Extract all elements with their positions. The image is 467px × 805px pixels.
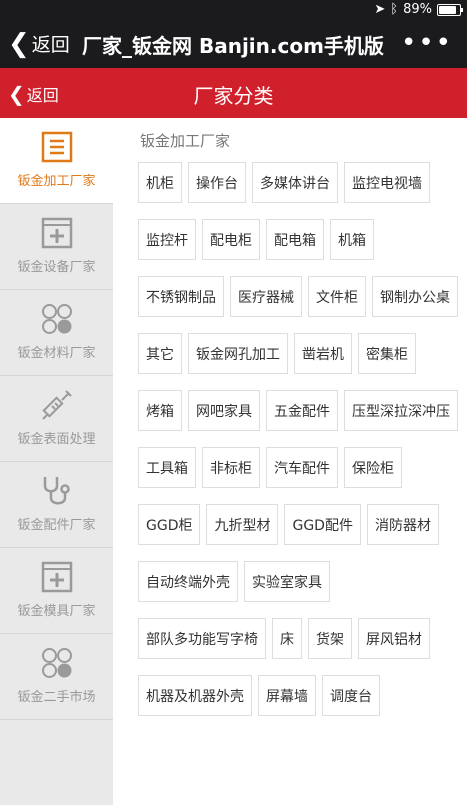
category-tag[interactable]: 配电箱 — [266, 219, 324, 260]
location-arrow-icon: ➤ — [374, 2, 386, 17]
category-tag[interactable]: 其它 — [138, 333, 182, 374]
status-bar: ➤ ᛒ 89% — [0, 0, 467, 20]
plus-box-icon — [41, 560, 73, 594]
category-tag[interactable]: 自动终端外壳 — [138, 561, 238, 602]
stethoscope-icon — [41, 474, 73, 508]
category-tag[interactable]: 文件柜 — [308, 276, 366, 317]
category-tag[interactable]: 监控电视墙 — [344, 162, 430, 203]
status-right: ➤ ᛒ 89% — [374, 2, 463, 17]
category-tag[interactable]: 消防器材 — [366, 504, 439, 545]
category-tag[interactable]: 凿岩机 — [294, 333, 352, 374]
browser-nav-bar: ❮ 返回 厂家_钣金网 Banjin.com手机版 ••• — [0, 20, 467, 68]
category-tag[interactable]: 工具箱 — [138, 447, 196, 488]
sidebar-item-label: 钣金材料厂家 — [17, 346, 96, 361]
category-tag[interactable]: 床 — [272, 618, 302, 659]
category-tag[interactable]: 调度台 — [322, 675, 380, 716]
sidebar-item-label: 钣金表面处理 — [17, 432, 96, 447]
section-title: 钣金加工厂家 — [140, 132, 231, 150]
category-content: 钣金加工厂家 机柜 操作台 多媒体讲台 监控电视墙 监控杆 配电柜 配电箱 机箱… — [113, 118, 467, 805]
category-tag[interactable]: 五金配件 — [266, 390, 338, 431]
browser-back-label: 返回 — [31, 34, 70, 56]
category-tag[interactable]: 钣金网孔加工 — [188, 333, 288, 374]
more-options-button[interactable]: ••• — [401, 28, 453, 58]
category-tag[interactable]: 货架 — [308, 618, 352, 659]
category-tag[interactable]: 密集柜 — [358, 333, 416, 374]
sidebar-item-label: 钣金加工厂家 — [17, 174, 96, 189]
sidebar-item-label: 钣金模具厂家 — [17, 604, 96, 619]
category-tag[interactable]: 钢制办公桌 — [372, 276, 458, 317]
page-title: 厂家分类 — [193, 84, 274, 108]
category-tag[interactable]: 实验室家具 — [244, 561, 330, 602]
category-tag[interactable]: 机箱 — [330, 219, 374, 260]
sidebar-item-label: 钣金配件厂家 — [17, 518, 96, 533]
category-tag[interactable]: 机器及机器外壳 — [138, 675, 252, 716]
category-tag[interactable]: 不锈钢制品 — [138, 276, 224, 317]
category-tag[interactable]: 监控杆 — [138, 219, 196, 260]
battery-icon — [437, 3, 463, 16]
sidebar-item-equipment[interactable]: 钣金设备厂家 — [0, 204, 113, 290]
category-tag[interactable]: 屏幕墙 — [258, 675, 316, 716]
category-tag[interactable]: 网吧家具 — [188, 390, 260, 431]
list-icon — [41, 130, 73, 164]
category-tag[interactable]: 压型深拉深冲压 — [344, 390, 458, 431]
category-tag[interactable]: 医疗器械 — [230, 276, 302, 317]
category-tag[interactable]: GGD柜 — [138, 504, 201, 545]
circles-icon — [41, 302, 73, 336]
category-tag[interactable]: 机柜 — [138, 162, 182, 203]
category-tag[interactable]: 屏风铝材 — [358, 618, 430, 659]
chevron-left-icon: ❮ — [8, 28, 30, 59]
category-tag[interactable]: 烤箱 — [138, 390, 182, 431]
category-sidebar: 钣金加工厂家 钣金设备厂家 钣金材料厂家 钣金表面处理 钣金配件厂家 钣金模具厂… — [0, 118, 113, 805]
browser-back-button[interactable]: ❮ 返回 — [8, 30, 70, 57]
battery-percent: 89% — [403, 2, 432, 17]
sidebar-item-processing[interactable]: 钣金加工厂家 — [0, 118, 113, 204]
sidebar-item-parts[interactable]: 钣金配件厂家 — [0, 462, 113, 548]
bluetooth-icon: ᛒ — [390, 2, 399, 17]
tag-list: 机柜 操作台 多媒体讲台 监控电视墙 监控杆 配电柜 配电箱 机箱 不锈钢制品 … — [138, 162, 460, 716]
category-tag[interactable]: 配电柜 — [202, 219, 260, 260]
sidebar-item-label: 钣金二手市场 — [17, 690, 96, 705]
category-tag[interactable]: 非标柜 — [202, 447, 260, 488]
category-tag[interactable]: 九折型材 — [206, 504, 279, 545]
browser-page-title: 厂家_钣金网 Banjin.com手机版 — [82, 34, 384, 58]
sidebar-item-materials[interactable]: 钣金材料厂家 — [0, 290, 113, 376]
category-tag[interactable]: 汽车配件 — [266, 447, 338, 488]
circles-icon — [41, 646, 73, 680]
category-tag[interactable]: 部队多功能写字椅 — [138, 618, 266, 659]
sidebar-item-label: 钣金设备厂家 — [17, 260, 96, 275]
sidebar-item-surface[interactable]: 钣金表面处理 — [0, 376, 113, 462]
sidebar-item-secondhand[interactable]: 钣金二手市场 — [0, 634, 113, 720]
category-tag[interactable]: 操作台 — [188, 162, 246, 203]
category-tag[interactable]: 多媒体讲台 — [252, 162, 338, 203]
sidebar-item-molds[interactable]: 钣金模具厂家 — [0, 548, 113, 634]
plus-box-icon — [41, 216, 73, 250]
syringe-icon — [40, 388, 74, 422]
page-header: ❮ 返回 厂家分类 — [0, 68, 467, 118]
category-tag[interactable]: GGD配件 — [284, 504, 361, 545]
category-tag[interactable]: 保险柜 — [344, 447, 402, 488]
